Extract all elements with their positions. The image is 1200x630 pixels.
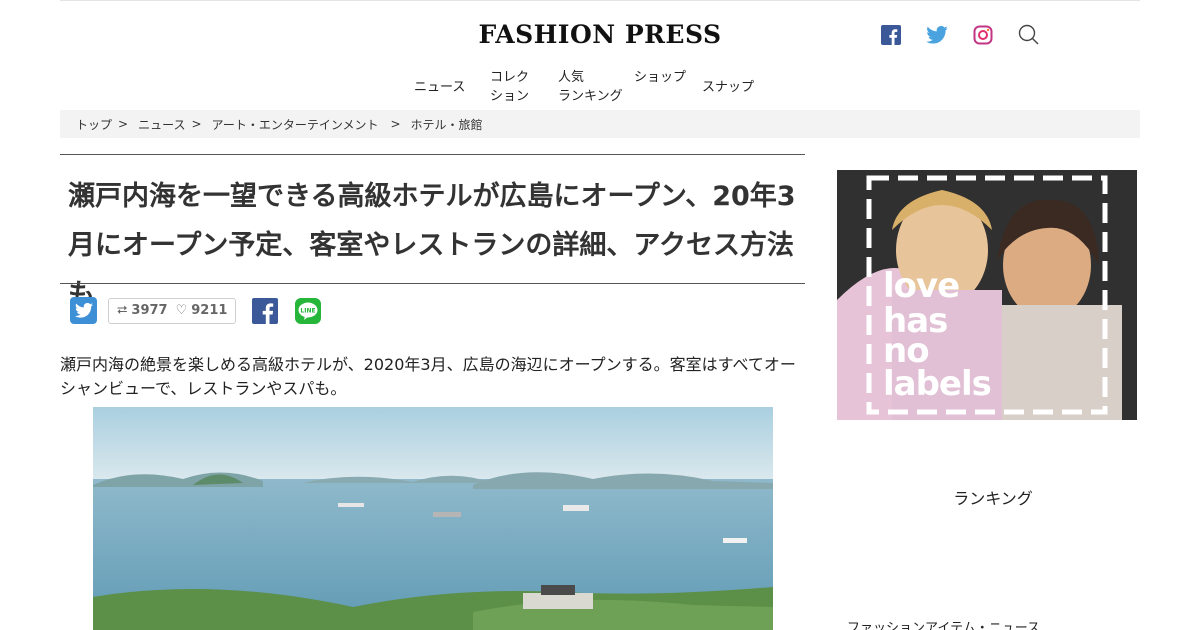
nav-label: ショップ xyxy=(634,70,687,85)
hero-image xyxy=(93,407,773,630)
breadcrumb-item[interactable]: トップ xyxy=(76,116,112,133)
nav-label: ランキング xyxy=(558,89,623,104)
nav-news[interactable]: ニュース xyxy=(414,78,465,97)
breadcrumb-separator: > xyxy=(390,117,401,131)
line-icon: LINE xyxy=(298,302,318,320)
nav-label: 人気 xyxy=(558,70,585,85)
facebook-icon[interactable] xyxy=(880,24,902,46)
headline-bottom-rule xyxy=(60,283,805,284)
heart-icon: ♡ xyxy=(175,303,188,318)
breadcrumb-item[interactable]: アート・エンターテインメント xyxy=(212,116,379,133)
nav-label: ション xyxy=(490,89,530,104)
breadcrumb-separator: > xyxy=(191,117,202,131)
sidebar-title: ランキング xyxy=(953,489,1033,508)
nav-collection[interactable]: コレク ション xyxy=(490,68,529,106)
facebook-share-button[interactable] xyxy=(252,297,279,324)
breadcrumb-separator: > xyxy=(118,117,129,131)
top-divider xyxy=(60,0,1140,1)
like-count: 9211 xyxy=(191,303,228,318)
twitter-share-button[interactable] xyxy=(70,297,97,324)
breadcrumb: トップ > ニュース > アート・エンターテインメント > ホテル・旅館 xyxy=(60,110,1140,138)
search-icon[interactable] xyxy=(1018,24,1040,46)
ad-slogan-line: labels xyxy=(883,364,991,404)
svg-text:LINE: LINE xyxy=(301,307,316,314)
nav-shop[interactable]: ショップ xyxy=(634,68,686,87)
instagram-icon[interactable] xyxy=(972,24,994,46)
line-share-button[interactable]: LINE xyxy=(295,297,322,324)
headline-top-rule xyxy=(60,154,805,155)
ad-slogan-line: love xyxy=(883,266,959,306)
nav-label: スナップ xyxy=(702,80,755,95)
sidebar-item[interactable]: ファッションアイテム・ニュース xyxy=(847,617,1040,630)
ad-banner[interactable]: love has no labels xyxy=(837,170,1137,420)
nav-ranking[interactable]: 人気 ランキング xyxy=(558,68,623,106)
twitter-icon xyxy=(74,303,93,318)
retweet-icon: ⮂ xyxy=(117,303,128,318)
header-social-icons xyxy=(880,24,1040,46)
retweet-count: 3977 xyxy=(131,303,168,318)
nav-snap[interactable]: スナップ xyxy=(702,78,754,97)
facebook-icon xyxy=(263,302,274,324)
twitter-icon[interactable] xyxy=(926,24,948,46)
engagement-counter[interactable]: ⮂ 3977 ♡ 9211 xyxy=(108,297,237,324)
article-lead: 瀬戸内海の絶景を楽しめる高級ホテルが、2020年3月、広島の海辺にオープンする。… xyxy=(60,355,796,398)
breadcrumb-item[interactable]: ニュース xyxy=(138,116,185,133)
breadcrumb-item[interactable]: ホテル・旅館 xyxy=(411,116,483,133)
nav-label: コレク xyxy=(490,70,530,85)
share-bar: ⮂ 3977 ♡ 9211 LINE xyxy=(70,297,322,324)
nav-label: ニュース xyxy=(414,80,466,95)
